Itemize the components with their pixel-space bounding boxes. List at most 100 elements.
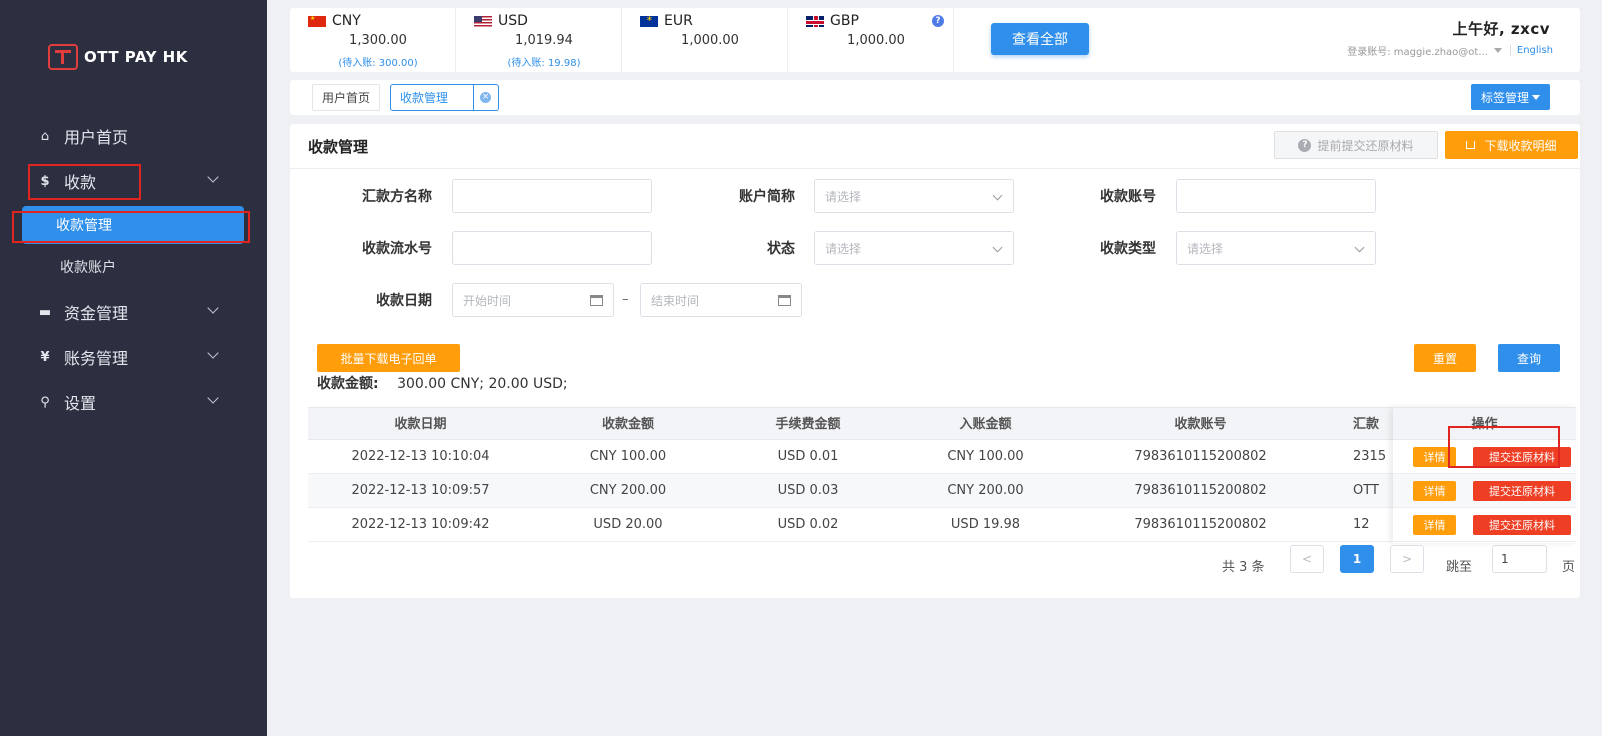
sidebar-item-label: 收款 (64, 173, 97, 192)
chevron-down-icon (207, 171, 219, 183)
sidebar-item-accounting[interactable]: ¥ 账务管理 (0, 339, 267, 375)
chevron-down-icon (207, 302, 219, 314)
column-header: 收款日期 (394, 417, 447, 432)
balance-amount: 1,000.00 (681, 33, 739, 48)
download-details-button[interactable]: 下载收款明细 (1445, 131, 1578, 159)
reset-button[interactable]: 重置 (1414, 344, 1476, 372)
page-title: 收款管理 (308, 138, 369, 156)
sidebar-item-home[interactable]: ⌂ 用户首页 (0, 118, 267, 154)
batch-download-receipt-button[interactable]: 批量下载电子回单 (317, 344, 460, 372)
sidebar-item-funds[interactable]: ▬ 资金管理 (0, 294, 267, 330)
prev-page-button[interactable]: < (1290, 545, 1324, 573)
column-header: 收款账号 (1174, 417, 1227, 432)
sidebar-item-settings[interactable]: ⚲ 设置 (0, 384, 267, 420)
pending-amount: (待入账: 19.98) (507, 58, 581, 69)
end-date-placeholder: 结束时间 (651, 293, 700, 308)
page-1-button[interactable]: 1 (1340, 545, 1374, 573)
language-switch-link[interactable]: English (1509, 45, 1553, 56)
sidebar-item-label: 资金管理 (64, 304, 129, 323)
detail-button[interactable]: 详情 (1413, 447, 1456, 467)
receive-date-label: 收款日期 (376, 293, 432, 309)
balance-amount: 1,300.00 (349, 33, 407, 48)
sidebar-subitem-receive-account[interactable]: 收款账户 (22, 248, 244, 286)
jump-to-label: 跳至 (1446, 560, 1473, 575)
submit-materials-button[interactable]: 提交还原材料 (1473, 515, 1571, 535)
account-dropdown-icon[interactable] (1493, 48, 1502, 53)
cell-credited: CNY 200.00 (947, 483, 1024, 498)
eu-flag-icon (640, 14, 658, 27)
chevron-down-icon (207, 392, 219, 404)
tab-home[interactable]: 用户首页 (312, 84, 381, 111)
calendar-icon (590, 295, 603, 306)
balance-usd: USD 1,019.94 (待入账: 19.98) (456, 8, 622, 72)
select-placeholder: 请选择 (825, 189, 862, 204)
view-all-button[interactable]: 查看全部 (991, 23, 1089, 55)
payer-name-label: 汇款方名称 (362, 189, 432, 205)
summary-label: 收款金额: (317, 376, 379, 392)
question-icon: ? (1298, 138, 1312, 152)
detail-button[interactable]: 详情 (1413, 515, 1456, 535)
receive-account-input[interactable] (1176, 179, 1376, 213)
tab-close-button[interactable]: × (473, 84, 499, 111)
cell-amount: CNY 100.00 (589, 449, 667, 464)
help-icon[interactable]: ? (932, 15, 944, 27)
receive-account-label: 收款账号 (1100, 189, 1156, 205)
tag-manage-label: 标签管理 (1480, 90, 1529, 105)
account-short-select[interactable]: 请选择 (814, 179, 1014, 213)
column-header: 收款金额 (601, 417, 654, 432)
cell-account: 7983610115200802 (1134, 449, 1267, 464)
pre-submit-materials-button[interactable]: ? 提前提交还原材料 (1274, 131, 1438, 159)
receive-type-label: 收款类型 (1100, 241, 1156, 257)
sidebar-subitem-receive-manage[interactable]: 收款管理 (22, 206, 244, 244)
end-date-input[interactable]: 结束时间 (640, 283, 802, 317)
column-header: 入账金额 (959, 417, 1012, 432)
balance-cny: CNY 1,300.00 (待入账: 300.00) (290, 8, 456, 72)
cell-date: 2022-12-13 10:09:57 (351, 483, 490, 498)
table-row: 2022-12-13 10:09:42 USD 20.00 USD 0.02 U… (308, 508, 1576, 542)
serial-no-label: 收款流水号 (362, 241, 432, 257)
login-account-info: 登录账号: maggie.zhao@ot... English (1347, 43, 1553, 58)
balance-eur: EUR 1,000.00 (622, 8, 788, 72)
greeting-text: 上午好, zxcv (1452, 20, 1550, 38)
operations-row: 详情 提交还原材料 (1393, 508, 1576, 542)
dollar-icon: $ (40, 173, 50, 189)
receive-type-select[interactable]: 请选择 (1176, 231, 1376, 265)
chevron-down-icon (1354, 242, 1365, 253)
sidebar-item-receive[interactable]: $ 收款 (0, 163, 267, 199)
login-account-label: 登录账号: maggie.zhao@ot... (1347, 47, 1488, 58)
sidebar-subitem-label: 收款管理 (56, 218, 112, 234)
china-flag-icon (308, 15, 326, 27)
tab-receive-manage[interactable]: 收款管理 (390, 84, 474, 111)
pending-amount: (待入账: 300.00) (338, 58, 418, 69)
card-icon: ▬ (38, 304, 52, 320)
operations-row: 详情 提交还原材料 (1393, 440, 1576, 474)
sidebar-subitem-label: 收款账户 (60, 260, 116, 276)
start-date-placeholder: 开始时间 (463, 293, 512, 308)
column-header: 汇款 (1353, 417, 1380, 432)
chevron-down-icon (992, 242, 1003, 253)
payer-name-input[interactable] (452, 179, 652, 213)
submit-materials-button[interactable]: 提交还原材料 (1473, 481, 1571, 501)
cell-credited: CNY 100.00 (947, 449, 1024, 464)
detail-button[interactable]: 详情 (1413, 481, 1456, 501)
pagination-total: 共 3 条 (1222, 560, 1265, 575)
next-page-button[interactable]: > (1390, 545, 1424, 573)
cell-account: 7983610115200802 (1134, 483, 1267, 498)
divider (290, 168, 1580, 169)
jump-page-input[interactable]: 1 (1492, 545, 1547, 573)
receive-manage-card: 收款管理 ? 提前提交还原材料 下载收款明细 汇款方名称 账户简称 请选择 收款… (290, 124, 1580, 598)
home-icon: ⌂ (40, 128, 50, 144)
query-button[interactable]: 查询 (1498, 344, 1560, 372)
receive-amount-summary: 收款金额: 300.00 CNY; 20.00 USD; (317, 373, 568, 393)
balance-amount: 1,019.94 (515, 33, 573, 48)
tag-manage-button[interactable]: 标签管理 (1471, 84, 1550, 110)
operations-column: 操作 详情 提交还原材料 详情 提交还原材料 详情 提交还原材料 (1393, 407, 1576, 543)
status-label: 状态 (767, 241, 795, 257)
us-flag-icon (474, 15, 492, 27)
column-header: 手续费金额 (775, 417, 841, 432)
serial-no-input[interactable] (452, 231, 652, 265)
sidebar-item-label: 用户首页 (64, 128, 129, 147)
start-date-input[interactable]: 开始时间 (452, 283, 614, 317)
submit-materials-button[interactable]: 提交还原材料 (1473, 447, 1571, 467)
status-select[interactable]: 请选择 (814, 231, 1014, 265)
